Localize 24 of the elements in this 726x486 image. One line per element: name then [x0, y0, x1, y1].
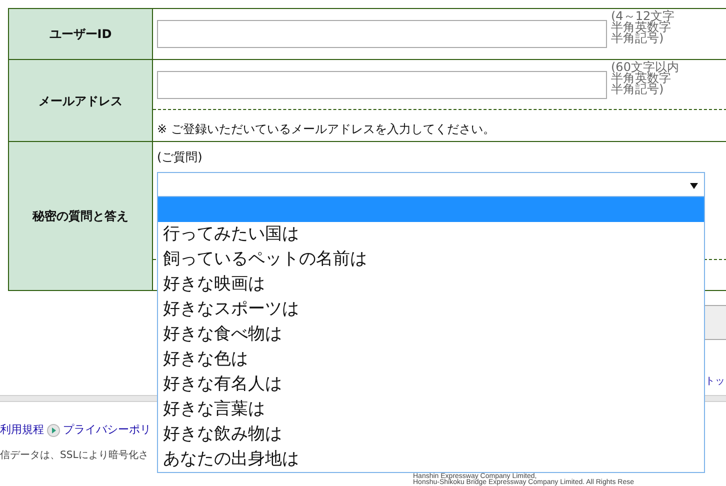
- footer-link[interactable]: プライバシーポリ: [63, 422, 151, 438]
- input-field[interactable]: [157, 71, 607, 99]
- ssl-note: 信データは、SSLにより暗号化さ: [0, 448, 148, 463]
- dropdown-option[interactable]: あなたの出身地は: [158, 447, 704, 472]
- dropdown-option[interactable]: 好きなスポーツは: [158, 297, 704, 322]
- field-note: (60文字以内 半角英数字 半角記号): [611, 62, 679, 95]
- dropdown-option[interactable]: 好きな有名人は: [158, 372, 704, 397]
- dropdown-option[interactable]: 好きな言葉は: [158, 397, 704, 422]
- input-field[interactable]: [157, 20, 607, 48]
- field-note: (4～12文字 半角英数字 半角記号): [611, 11, 675, 44]
- dropdown-option[interactable]: 好きな映画は: [158, 272, 704, 297]
- caret-icon: [690, 182, 698, 188]
- field-hint: ※ ご登録いただいているメールアドレスを入力してください。: [157, 122, 495, 136]
- field-label: メールアドレス: [38, 92, 122, 110]
- dropdown-option[interactable]: 好きな飲み物は: [158, 422, 704, 447]
- footer-link[interactable]: 利用規程: [0, 422, 44, 438]
- field-label: ユーザーID: [49, 26, 112, 43]
- dropdown-option[interactable]: 飼っているペットの名前は: [158, 247, 704, 272]
- page-top-link[interactable]: トッ: [705, 374, 725, 389]
- dropdown-option[interactable]: 好きな食べ物は: [158, 322, 704, 347]
- question-caption: (ご質問): [157, 149, 202, 166]
- field-label: 秘密の質問と答え: [32, 208, 128, 225]
- dropdown-option[interactable]: 好きな色は: [158, 347, 704, 372]
- dropdown-option[interactable]: 行ってみたい国は: [158, 222, 704, 247]
